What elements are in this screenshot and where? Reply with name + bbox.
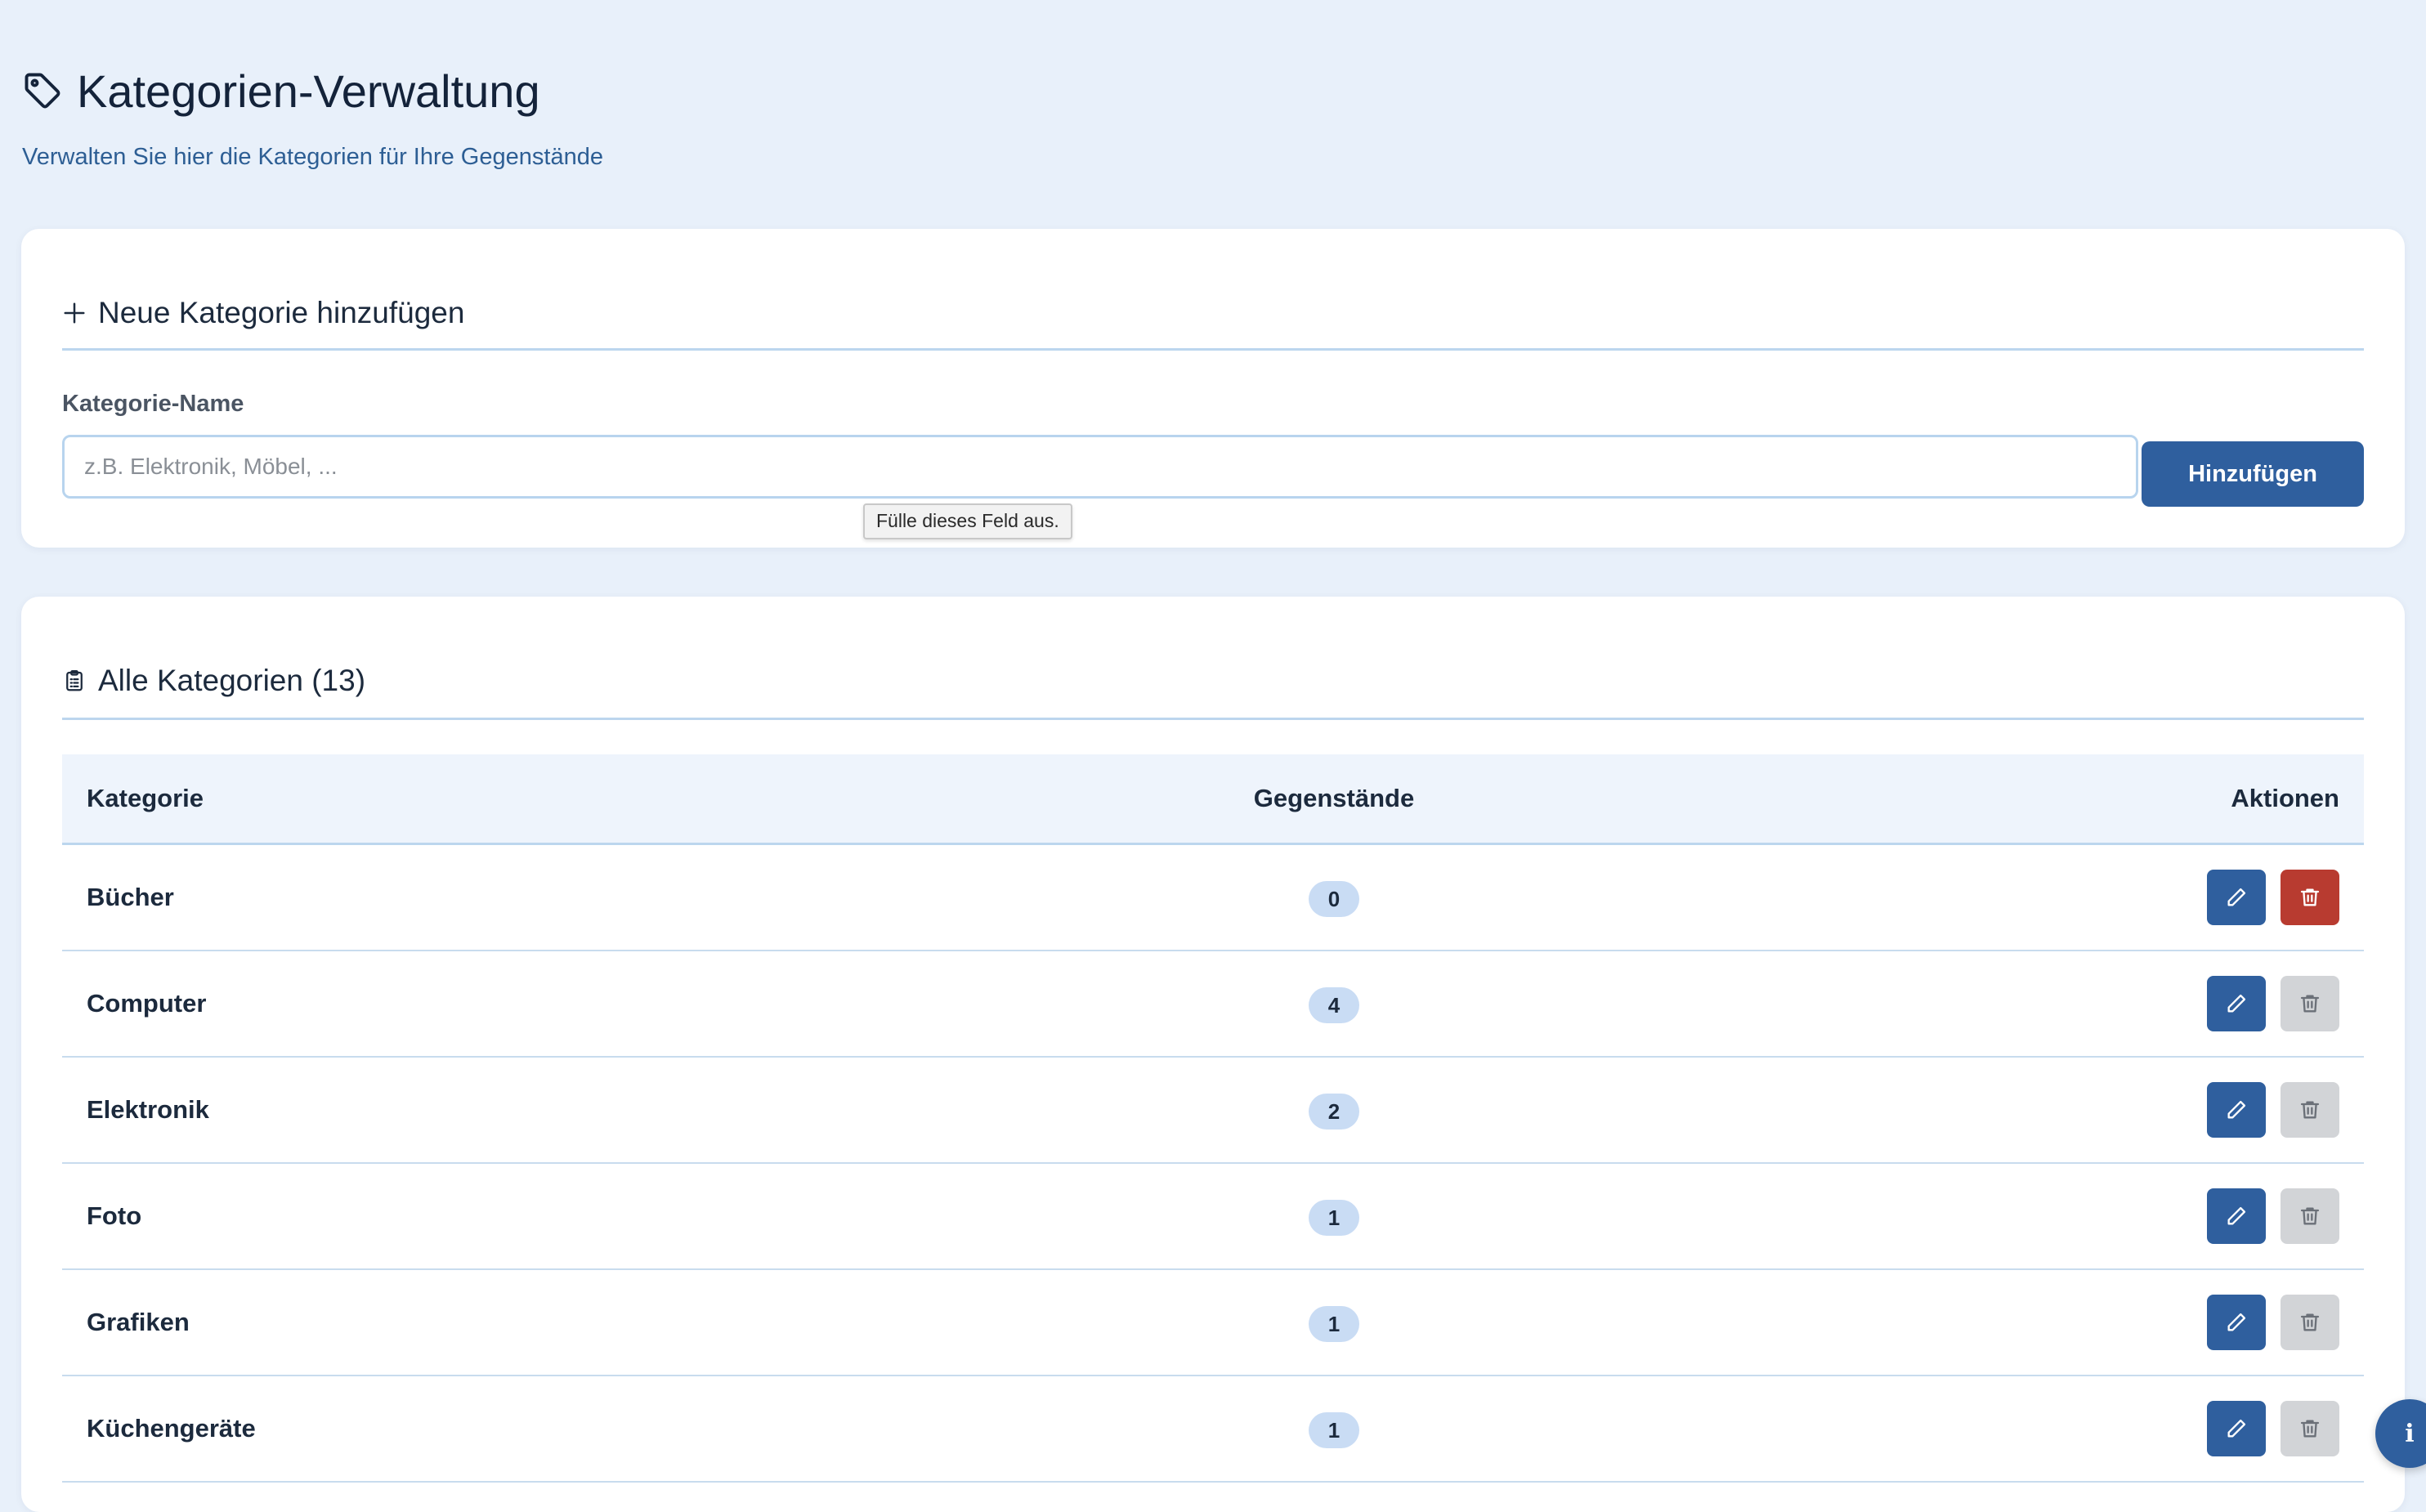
category-name: Foto	[87, 1201, 142, 1230]
trash-icon	[2300, 888, 2320, 906]
plus-icon	[62, 301, 87, 325]
categories-card: Alle Kategorien (13) Kategorie Gegenstän…	[21, 597, 2405, 1512]
item-count-badge: 0	[1309, 881, 1359, 917]
edit-button[interactable]	[2207, 1295, 2266, 1350]
table-header: Kategorie Gegenstände Aktionen	[62, 754, 2364, 845]
item-count-badge: 2	[1309, 1094, 1359, 1130]
categories-heading: Alle Kategorien (13)	[62, 664, 365, 698]
category-name: Computer	[87, 989, 207, 1018]
add-category-title: Neue Kategorie hinzufügen	[98, 296, 465, 329]
edit-button[interactable]	[2207, 1082, 2266, 1138]
delete-button-disabled[interactable]	[2281, 1082, 2339, 1138]
pencil-icon	[2227, 888, 2246, 906]
pencil-icon	[2227, 1419, 2246, 1438]
delete-button-disabled[interactable]	[2281, 1188, 2339, 1244]
item-count-badge: 4	[1309, 987, 1359, 1023]
page-header: Kategorien-Verwaltung	[21, 62, 540, 119]
table-row: Foto 1	[62, 1164, 2364, 1270]
table-row: Computer 4	[62, 951, 2364, 1058]
add-category-heading: Neue Kategorie hinzufügen	[62, 296, 464, 330]
clipboard-icon	[62, 669, 87, 693]
edit-button[interactable]	[2207, 1401, 2266, 1456]
edit-button[interactable]	[2207, 1188, 2266, 1244]
category-name: Küchengeräte	[87, 1414, 256, 1443]
add-category-card: Neue Kategorie hinzufügen Kategorie-Name…	[21, 229, 2405, 548]
table-row: Küchengeräte 1	[62, 1376, 2364, 1483]
pencil-icon	[2227, 1100, 2246, 1119]
pencil-icon	[2227, 994, 2246, 1013]
column-header-items-label: Gegenstände	[1253, 784, 1415, 812]
tag-icon	[25, 73, 60, 109]
categories-title: Alle Kategorien (13)	[98, 664, 366, 697]
column-header-actions: Aktionen	[2231, 784, 2339, 812]
delete-button-disabled[interactable]	[2281, 976, 2339, 1031]
trash-icon	[2300, 1101, 2320, 1119]
table-row: Grafiken 1	[62, 1270, 2364, 1376]
categories-table: Kategorie Gegenstände Aktionen Bücher 0 …	[62, 754, 2364, 1483]
page-subtitle: Verwalten Sie hier die Kategorien für Ih…	[22, 144, 603, 170]
item-count-badge: 1	[1309, 1306, 1359, 1342]
item-count-badge: 1	[1309, 1412, 1359, 1448]
category-name: Grafiken	[87, 1308, 190, 1336]
trash-icon	[2300, 1207, 2320, 1225]
trash-icon	[2300, 1313, 2320, 1331]
pencil-icon	[2227, 1206, 2246, 1225]
page-title-text: Kategorien-Verwaltung	[77, 65, 540, 117]
add-category-button[interactable]: Hinzufügen	[2142, 441, 2364, 507]
divider	[62, 718, 2364, 720]
delete-button-disabled[interactable]	[2281, 1401, 2339, 1456]
edit-button[interactable]	[2207, 976, 2266, 1031]
divider	[62, 348, 2364, 351]
table-row: Elektronik 2	[62, 1058, 2364, 1164]
category-name: Bücher	[87, 883, 174, 911]
category-name-input[interactable]	[62, 435, 2138, 499]
trash-icon	[2300, 995, 2320, 1013]
column-header-items: Gegenstände	[62, 754, 1414, 843]
page-title: Kategorien-Verwaltung	[21, 62, 540, 119]
validation-tooltip: Fülle dieses Feld aus.	[863, 503, 1072, 539]
trash-icon	[2300, 1420, 2320, 1438]
item-count-badge: 1	[1309, 1200, 1359, 1236]
delete-button-disabled[interactable]	[2281, 1295, 2339, 1350]
category-name: Elektronik	[87, 1095, 209, 1124]
delete-button[interactable]	[2281, 870, 2339, 925]
edit-button[interactable]	[2207, 870, 2266, 925]
pencil-icon	[2227, 1313, 2246, 1331]
category-name-label: Kategorie-Name	[62, 391, 244, 417]
table-row: Bücher 0	[62, 845, 2364, 951]
